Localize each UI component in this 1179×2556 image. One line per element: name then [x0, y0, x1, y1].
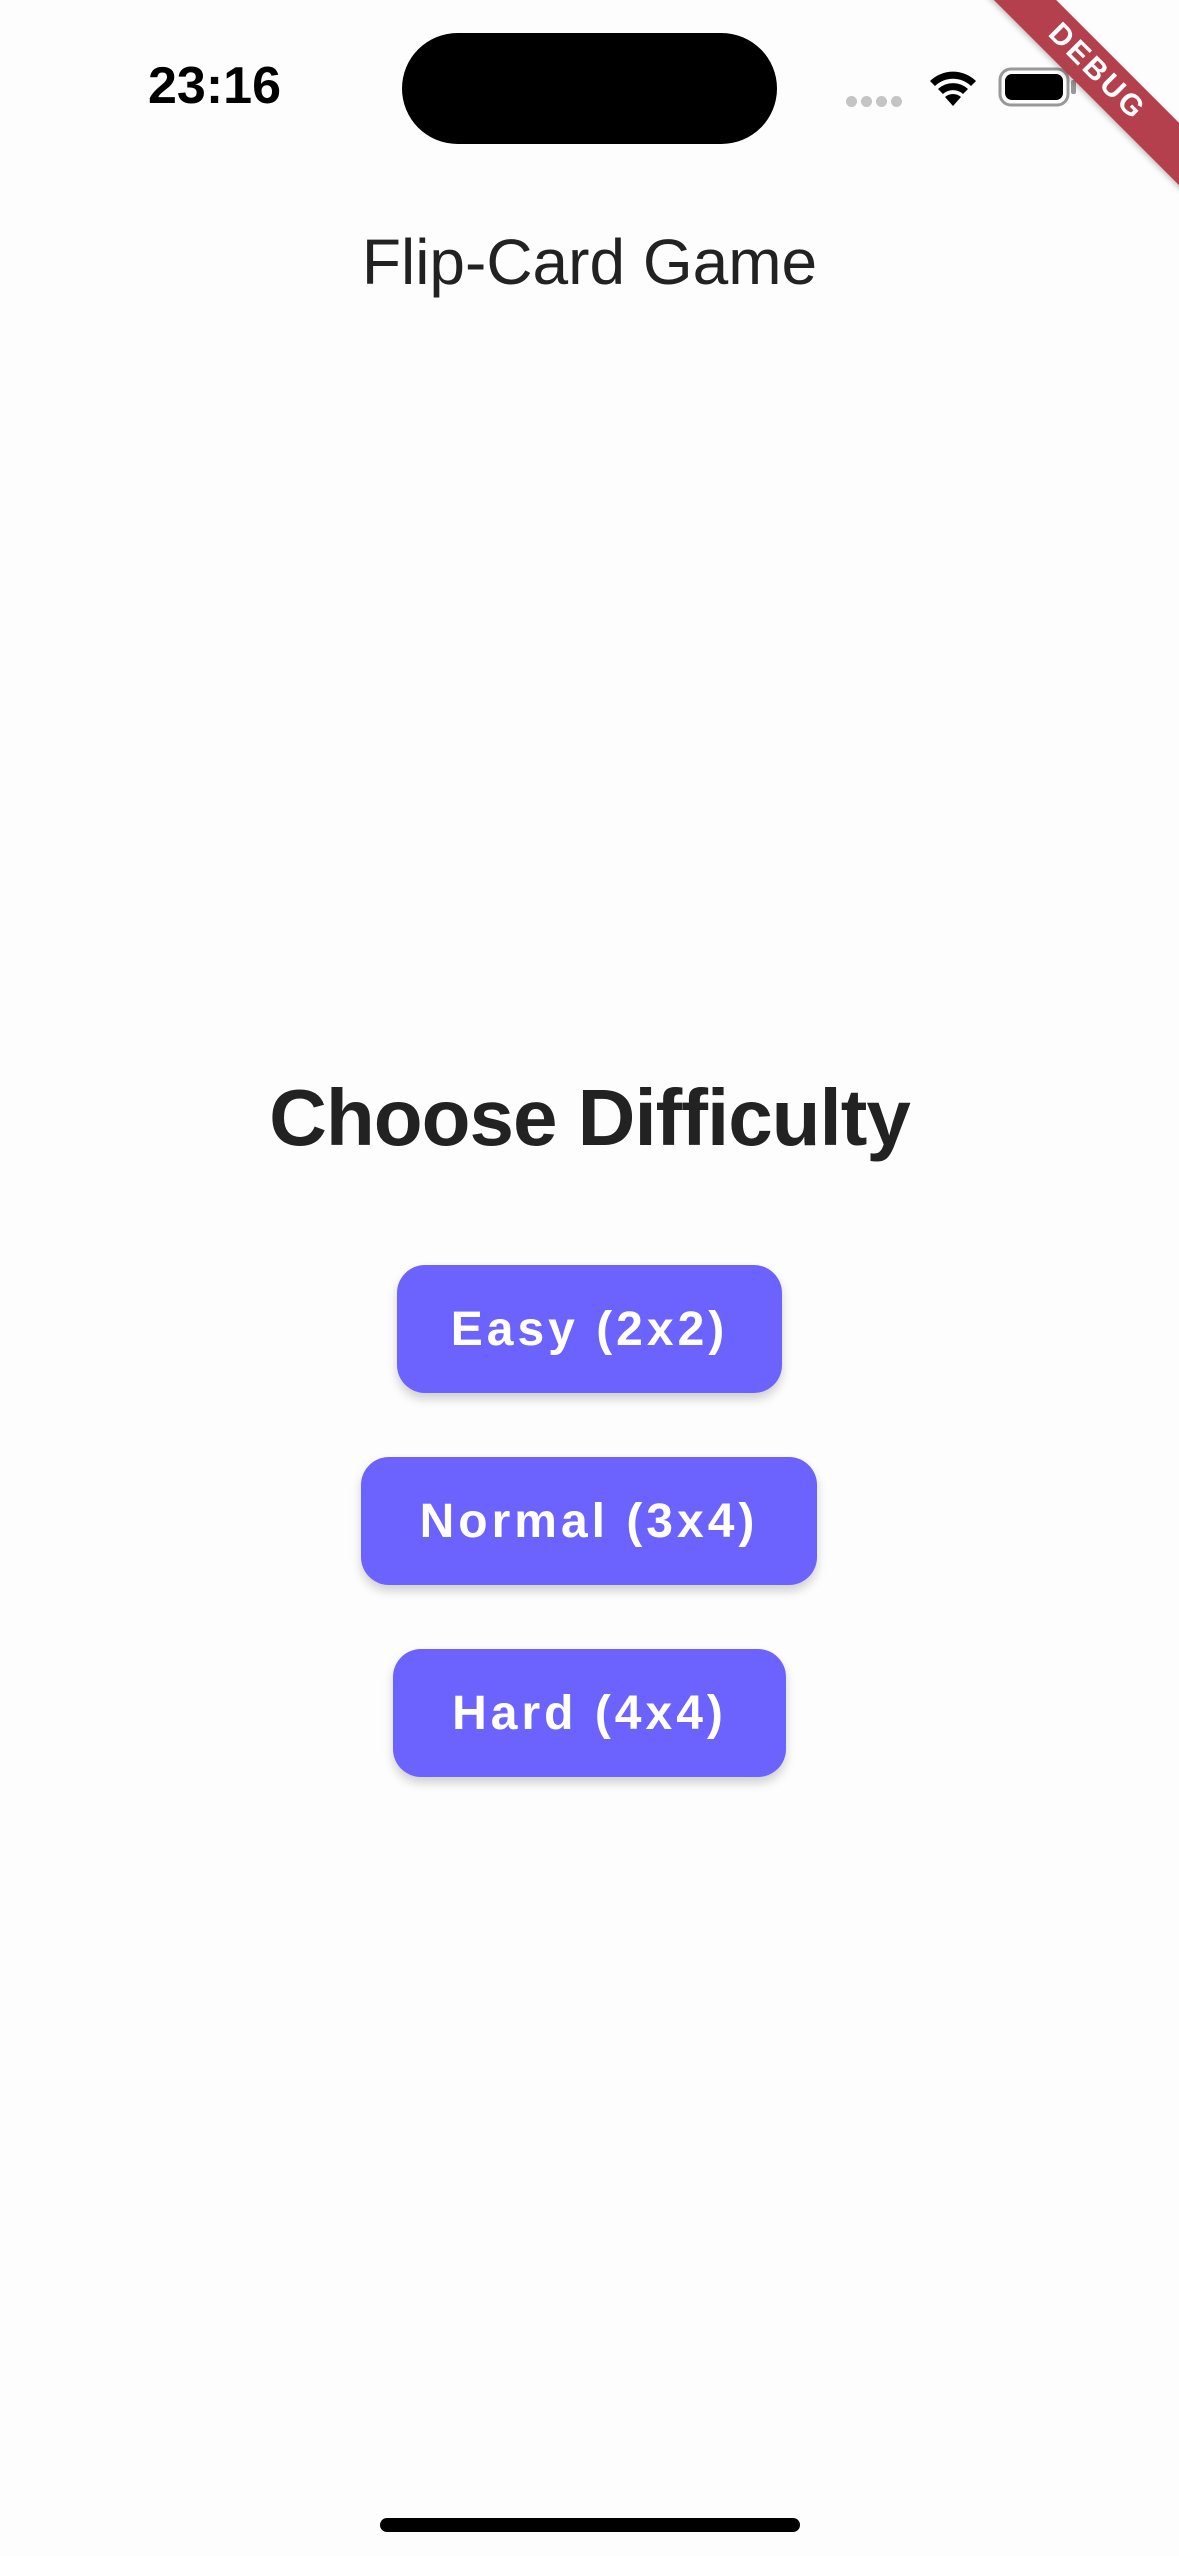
- choose-difficulty-heading: Choose Difficulty: [269, 1073, 911, 1162]
- cellular-signal-icon: [846, 96, 906, 108]
- normal-difficulty-button[interactable]: Normal (3x4): [361, 1457, 817, 1585]
- wifi-icon: [930, 71, 976, 106]
- hard-difficulty-button[interactable]: Hard (4x4): [393, 1649, 786, 1777]
- easy-difficulty-button[interactable]: Easy (2x2): [397, 1265, 782, 1393]
- home-indicator[interactable]: [380, 2518, 800, 2532]
- status-time: 23:16: [148, 57, 281, 115]
- dynamic-island: [402, 33, 777, 144]
- app-bar-title: Flip-Card Game: [361, 226, 818, 298]
